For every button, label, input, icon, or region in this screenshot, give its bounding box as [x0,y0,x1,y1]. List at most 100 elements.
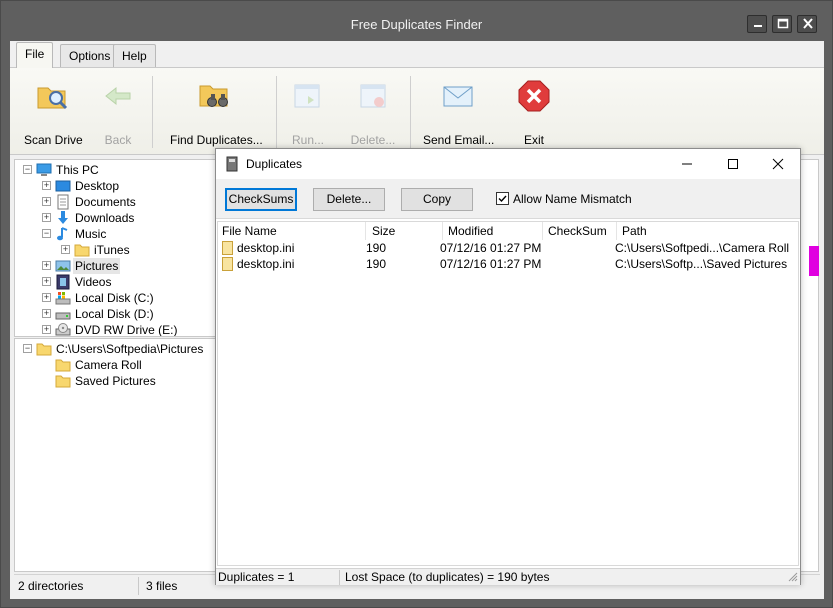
cell-file-name: desktop.ini [237,241,295,255]
find-duplicates-label: Find Duplicates... [170,133,263,147]
scan-drive-label: Scan Drive [24,133,83,147]
back-label: Back [104,133,132,147]
send-email-button[interactable]: Send Email... [423,78,495,148]
folder-search-icon [37,87,68,110]
close-window-button[interactable] [797,15,817,33]
exit-stop-icon [518,80,550,112]
cell-size: 190 [366,257,387,271]
run-label: Run... [291,133,324,147]
expand-icon[interactable]: + [42,213,51,222]
checkmark-icon [498,195,507,203]
folder-tree[interactable]: − C:\Users\Softpedia\Pictures Camera Rol… [14,338,222,572]
film-icon [56,274,70,290]
tree-node-label: Downloads [75,211,135,225]
tree-node-label: iTunes [94,243,130,257]
expand-icon[interactable]: + [42,261,51,270]
column-header-size[interactable]: Size [368,222,443,240]
desktop-icon [55,180,71,192]
pictures-icon [55,260,71,272]
tree-node-label: Documents [75,195,136,209]
tree-node-label: C:\Users\Softpedia\Pictures [56,342,204,356]
expand-icon[interactable]: + [42,277,51,286]
cell-size: 190 [366,241,387,255]
dialog-toolbar: CheckSums Delete... Copy Allow Name Mism… [216,179,800,219]
allow-name-mismatch-label: Allow Name Mismatch [513,192,632,206]
expand-icon[interactable]: + [61,245,70,254]
computer-icon [36,163,52,176]
tree-node-label: Music [75,227,107,241]
delete-ribbon-label: Delete... [350,133,396,147]
folder-icon [74,244,90,257]
column-header-checksum[interactable]: CheckSum [544,222,617,240]
find-duplicates-button[interactable]: Find Duplicates... [170,78,263,148]
dvd-drive-icon [55,323,71,336]
delete-window-icon [360,84,386,108]
title-bar[interactable]: Free Duplicates Finder [1,1,832,41]
checksums-button[interactable]: CheckSums [225,188,297,211]
collapse-icon[interactable]: − [23,165,32,174]
drive-tree[interactable]: − This PC + Desktop + Documents + Downlo… [14,159,222,337]
dialog-close-icon[interactable] [769,155,787,173]
close-icon [803,18,813,29]
file-icon [222,257,233,271]
tree-node-label: Desktop [75,179,120,193]
ribbon-separator [410,76,411,148]
expand-icon[interactable]: + [42,181,51,190]
expand-icon[interactable]: + [42,309,51,318]
duplicates-list[interactable]: File Name Size Modified CheckSum Path de… [217,221,799,566]
expand-icon[interactable]: + [42,293,51,302]
delete-button[interactable]: Delete... [313,188,385,211]
collapse-icon[interactable]: − [42,229,51,238]
tree-node-label: Pictures [73,258,121,274]
status-lost-space: Lost Space (to duplicates) = 190 bytes [345,570,550,584]
scan-drive-button[interactable]: Scan Drive [24,78,83,148]
table-row[interactable]: desktop.ini 190 07/12/16 01:27 PM C:\Use… [218,240,798,256]
dialog-minimize-icon[interactable] [678,155,696,173]
exit-label: Exit [523,133,544,147]
dialog-maximize-icon[interactable] [724,155,742,173]
tab-help[interactable]: Help [113,44,156,67]
status-divider [339,570,340,585]
window-title: Free Duplicates Finder [350,17,483,32]
allow-name-mismatch-checkbox[interactable] [496,192,509,205]
cell-modified: 07/12/16 01:27 PM [440,241,542,255]
column-header-file-name[interactable]: File Name [218,222,366,240]
send-email-label: Send Email... [423,133,495,147]
run-button[interactable]: Run... [290,78,326,148]
folder-icon [55,375,71,388]
status-files: 3 files [146,579,178,593]
binoculars-folder-icon [199,85,228,107]
dialog-title-bar[interactable]: Duplicates [216,149,800,179]
delete-ribbon-button[interactable]: Delete... [348,78,398,148]
back-arrow-icon [105,86,131,106]
exit-button[interactable]: Exit [516,78,552,148]
minimize-button[interactable] [747,15,767,33]
ribbon: Scan Drive Back Find Duplicates... Run..… [10,67,824,155]
column-header-path[interactable]: Path [618,222,798,240]
cell-path: C:\Users\Softp...\Saved Pictures [615,257,788,271]
file-icon [222,241,233,255]
minimize-icon [754,25,762,27]
tree-node-label: Local Disk (C:) [75,291,154,305]
dialog-app-icon [226,156,238,172]
tab-file[interactable]: File [16,42,54,68]
table-row[interactable]: desktop.ini 190 07/12/16 01:27 PM C:\Use… [218,256,798,272]
dialog-title: Duplicates [246,157,303,171]
back-button[interactable]: Back [98,78,138,148]
expand-icon[interactable]: + [42,197,51,206]
resize-grip-icon[interactable] [788,572,798,582]
cell-path: C:\Users\Softpedi...\Camera Roll [615,241,790,255]
download-arrow-icon [58,211,68,224]
status-divider [138,577,139,595]
selection-highlight [809,246,819,276]
column-header-modified[interactable]: Modified [444,222,543,240]
maximize-button[interactable] [772,15,792,33]
expand-icon[interactable]: + [42,325,51,334]
collapse-icon[interactable]: − [23,344,32,353]
cell-modified: 07/12/16 01:27 PM [440,257,542,271]
tab-options[interactable]: Options [60,44,120,67]
ribbon-separator [152,76,153,148]
envelope-icon [443,86,473,107]
copy-button[interactable]: Copy [401,188,473,211]
document-icon [57,194,69,210]
